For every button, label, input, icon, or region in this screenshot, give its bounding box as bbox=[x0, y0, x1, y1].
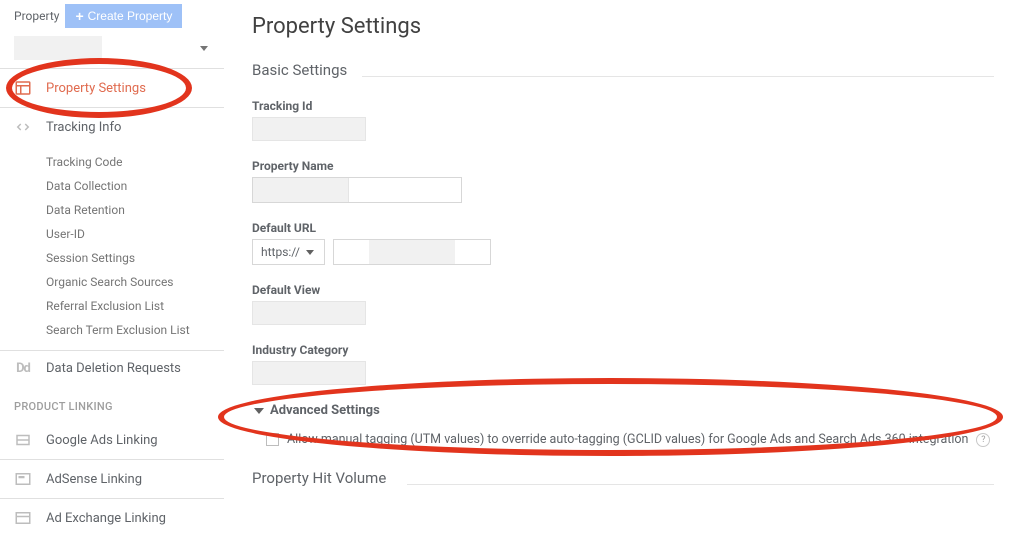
sub-item-search-term-exclusion[interactable]: Search Term Exclusion List bbox=[46, 318, 224, 342]
industry-category-value bbox=[252, 361, 366, 385]
industry-category-label: Industry Category bbox=[252, 343, 1024, 357]
property-hit-volume-header: Property Hit Volume bbox=[252, 469, 1024, 493]
protocol-value: https:// bbox=[261, 245, 300, 259]
default-view-value bbox=[252, 301, 366, 325]
main-content: Property Settings Basic Settings Trackin… bbox=[224, 0, 1024, 537]
property-settings-icon bbox=[14, 79, 32, 97]
sidebar-item-tracking-info[interactable]: Tracking Info bbox=[0, 108, 224, 146]
manual-tagging-label: Allow manual tagging (UTM values) to ove… bbox=[287, 432, 968, 447]
data-deletion-icon: Dd bbox=[14, 361, 32, 376]
adsense-icon bbox=[14, 470, 32, 488]
google-ads-icon bbox=[14, 431, 32, 449]
default-url-label: Default URL bbox=[252, 221, 1024, 235]
ad-exchange-icon bbox=[14, 509, 32, 527]
default-view-label: Default View bbox=[252, 283, 1024, 297]
sub-item-organic-search-sources[interactable]: Organic Search Sources bbox=[46, 270, 224, 294]
property-name-input[interactable] bbox=[252, 177, 462, 203]
sub-item-referral-exclusion[interactable]: Referral Exclusion List bbox=[46, 294, 224, 318]
product-linking-header: PRODUCT LINKING bbox=[0, 386, 224, 421]
property-select-dropdown[interactable] bbox=[14, 36, 210, 60]
basic-settings-header: Basic Settings bbox=[252, 61, 1024, 85]
advanced-settings-label: Advanced Settings bbox=[270, 403, 380, 418]
property-select-box bbox=[14, 36, 102, 60]
sub-item-data-collection[interactable]: Data Collection bbox=[46, 174, 224, 198]
sidebar-item-property-settings[interactable]: Property Settings bbox=[0, 69, 224, 107]
sidebar-item-label: Ad Exchange Linking bbox=[46, 511, 166, 526]
create-property-button[interactable]: + Create Property bbox=[65, 4, 182, 28]
advanced-settings-toggle[interactable]: Advanced Settings bbox=[254, 403, 1024, 418]
chevron-down-icon bbox=[200, 46, 208, 51]
sidebar-item-label: Tracking Info bbox=[46, 120, 121, 135]
help-icon[interactable]: ? bbox=[976, 433, 990, 447]
sidebar-item-adsense-linking[interactable]: AdSense Linking bbox=[0, 460, 224, 498]
sub-item-data-retention[interactable]: Data Retention bbox=[46, 198, 224, 222]
sidebar-item-ad-exchange-linking[interactable]: Ad Exchange Linking bbox=[0, 499, 224, 537]
sub-item-tracking-code[interactable]: Tracking Code bbox=[46, 150, 224, 174]
sidebar-item-google-ads-linking[interactable]: Google Ads Linking bbox=[0, 421, 224, 459]
page-title: Property Settings bbox=[252, 14, 1024, 39]
sidebar-item-label: Data Deletion Requests bbox=[46, 361, 181, 376]
sub-item-user-id[interactable]: User-ID bbox=[46, 222, 224, 246]
sidebar-item-label: Property Settings bbox=[46, 81, 146, 96]
protocol-dropdown[interactable]: https:// bbox=[252, 239, 325, 265]
tracking-id-label: Tracking Id bbox=[252, 99, 1024, 113]
default-url-input[interactable] bbox=[333, 239, 491, 265]
triangle-down-icon bbox=[254, 408, 264, 414]
sidebar: Property + Create Property Property Sett… bbox=[0, 0, 224, 537]
code-icon bbox=[14, 118, 32, 136]
create-property-label: Create Property bbox=[88, 9, 173, 23]
plus-icon: + bbox=[75, 8, 83, 24]
manual-tagging-checkbox[interactable] bbox=[266, 433, 279, 446]
sidebar-item-label: AdSense Linking bbox=[46, 472, 142, 487]
sub-item-session-settings[interactable]: Session Settings bbox=[46, 246, 224, 270]
sidebar-item-data-deletion[interactable]: Dd Data Deletion Requests bbox=[0, 351, 224, 386]
tracking-id-value bbox=[252, 117, 366, 141]
property-name-label: Property Name bbox=[252, 159, 1024, 173]
chevron-down-icon bbox=[306, 250, 314, 255]
tracking-info-submenu: Tracking Code Data Collection Data Reten… bbox=[0, 146, 224, 350]
sidebar-item-label: Google Ads Linking bbox=[46, 433, 158, 448]
property-label: Property bbox=[14, 9, 59, 23]
